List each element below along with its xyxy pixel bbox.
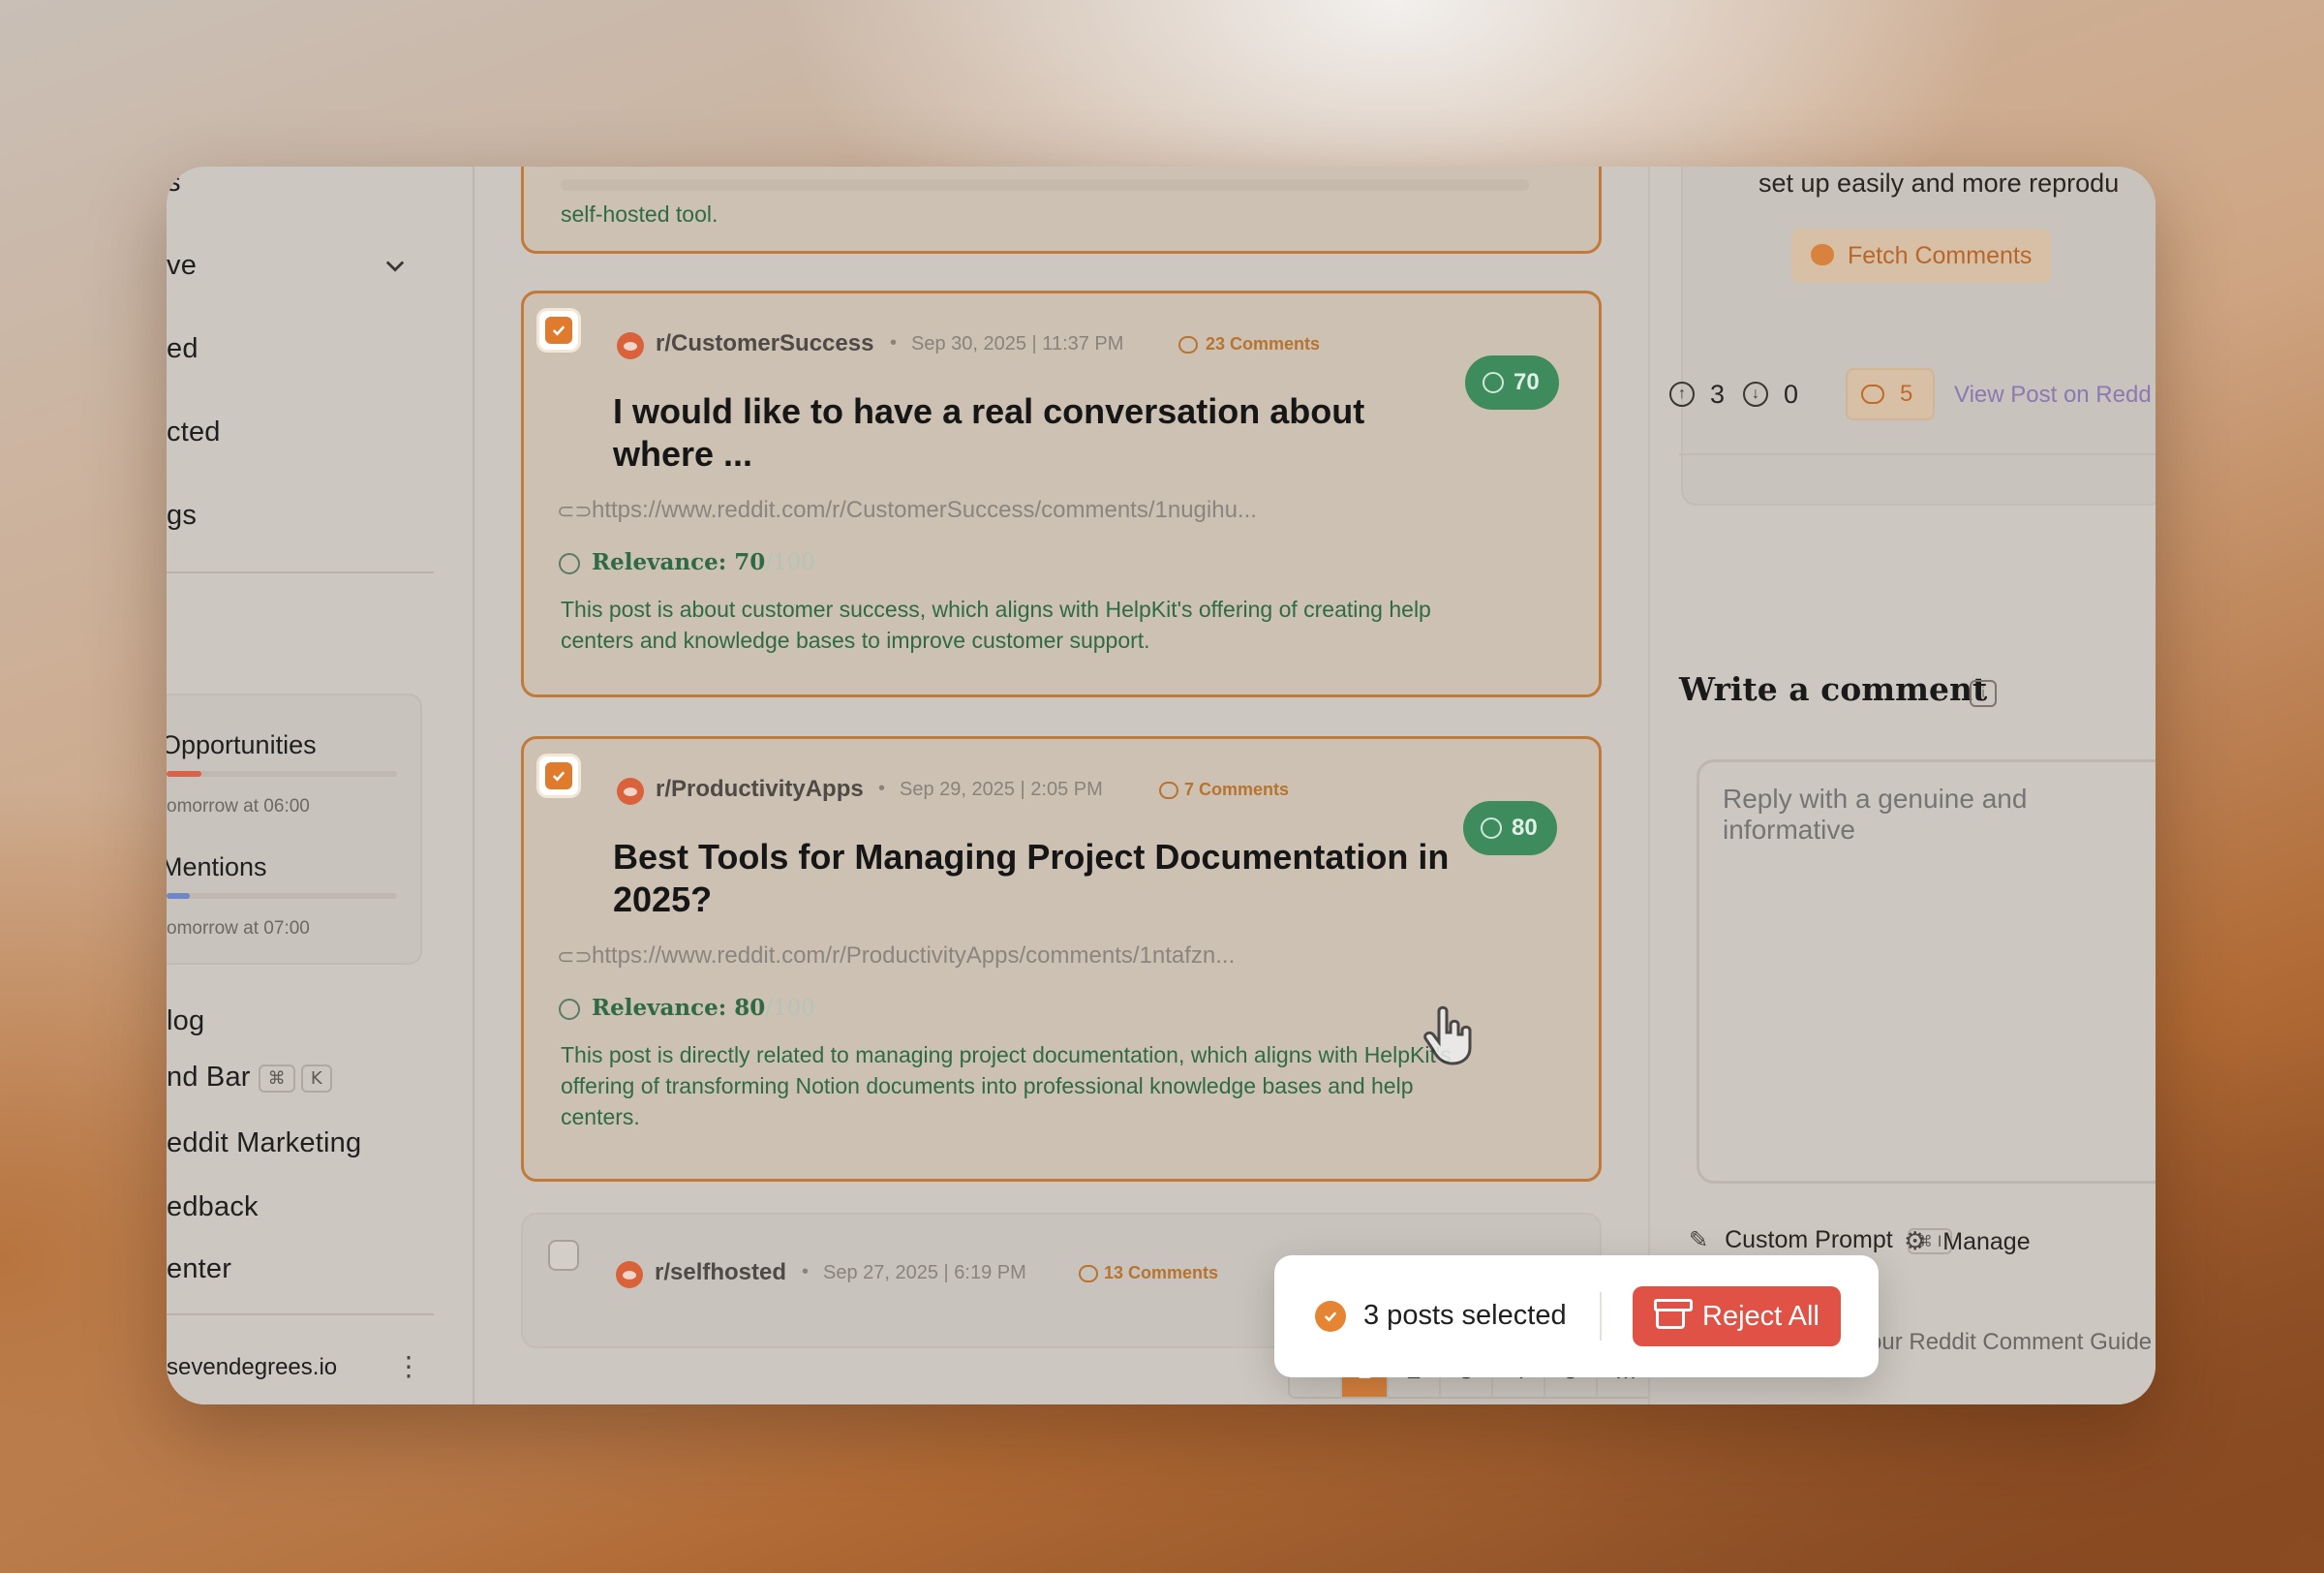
selection-toast: 3 posts selected Reject All: [1274, 1255, 1879, 1377]
relevance-score-badge: 80: [1463, 801, 1557, 855]
check-icon: [552, 771, 566, 782]
relevance-label: Relevance: 80/100: [592, 995, 815, 1021]
sidebar-item[interactable]: ed: [167, 333, 199, 365]
subreddit-name[interactable]: r/CustomerSuccess: [656, 330, 873, 357]
post-url[interactable]: https://www.reddit.com/r/ProductivityApp…: [592, 942, 1235, 970]
post-checkbox[interactable]: [539, 756, 578, 795]
gauge-icon: [559, 553, 580, 574]
divider: [167, 1313, 434, 1315]
reddit-icon: [617, 332, 644, 359]
job-next-run: omorrow at 07:00: [167, 918, 310, 939]
divider: [1600, 1292, 1602, 1341]
post-snippet: self-hosted tool.: [561, 201, 719, 227]
divider: [167, 571, 434, 573]
app-window: s ve ed cted gs Opportunities omorrow at…: [167, 167, 2156, 1404]
job-progress: [167, 771, 397, 777]
sparkle-edit-icon: ✎: [1689, 1227, 1709, 1253]
reject-all-button[interactable]: Reject All: [1633, 1286, 1841, 1346]
reddit-icon: [617, 778, 644, 805]
relevance-score-badge: 70: [1465, 355, 1559, 410]
post-card[interactable]: r/ProductivityApps • Sep 29, 2025 | 2:05…: [521, 736, 1602, 1182]
sidebar-item[interactable]: cted: [167, 416, 221, 448]
scheduled-jobs-card: Opportunities omorrow at 06:00 Mentions …: [167, 694, 422, 965]
post-date: Sep 27, 2025 | 6:19 PM: [823, 1262, 1026, 1283]
post-checkbox[interactable]: [539, 311, 578, 350]
comment-icon: [1178, 336, 1198, 354]
separator-dot: •: [890, 332, 898, 354]
write-comment-heading: Write a comment: [1679, 670, 1988, 708]
check-icon: [552, 325, 566, 336]
comment-icon: [1079, 1265, 1098, 1282]
more-vertical-icon[interactable]: ⋮: [395, 1350, 422, 1382]
sidebar-item[interactable]: gs: [167, 500, 197, 532]
divider: [1679, 453, 2156, 455]
separator-dot: •: [802, 1261, 810, 1282]
sidebar-link[interactable]: enter: [167, 1253, 231, 1285]
post-date: Sep 30, 2025 | 11:37 PM: [911, 333, 1124, 355]
comment-count[interactable]: 7 Comments: [1184, 780, 1289, 800]
gauge-icon: [1481, 817, 1502, 839]
comment-guide-link[interactable]: our Reddit Comment Guide: [1869, 1329, 2152, 1356]
gauge-icon: [1483, 372, 1504, 393]
separator-dot: •: [878, 778, 886, 799]
comments-count-button[interactable]: 5: [1846, 368, 1935, 420]
post-body-text: set up easily and more reprodu: [1758, 169, 2120, 198]
post-date: Sep 29, 2025 | 2:05 PM: [900, 779, 1103, 800]
chevron-down-icon[interactable]: [382, 252, 409, 279]
view-post-link[interactable]: View Post on Redd: [1954, 382, 2152, 409]
comment-icon: [1861, 385, 1884, 404]
link-icon: ⊂⊃: [557, 944, 593, 969]
sidebar-link[interactable]: eddit Marketing: [167, 1127, 361, 1159]
post-card[interactable]: self-hosted tool.: [521, 167, 1602, 254]
sidebar-link[interactable]: edback: [167, 1191, 259, 1223]
sidebar-link-label: nd Bar: [167, 1062, 251, 1093]
comment-count[interactable]: 23 Comments: [1206, 334, 1320, 355]
fetch-comments-button[interactable]: Fetch Comments: [1791, 229, 2052, 283]
subreddit-name[interactable]: r/ProductivityApps: [656, 776, 864, 803]
post-list: self-hosted tool. r/CustomerSuccess • Se…: [476, 167, 1813, 1404]
relevance-reason: This post is about customer success, whi…: [561, 597, 1431, 653]
subreddit-name[interactable]: r/selfhosted: [655, 1259, 786, 1286]
kbd-k: K: [300, 1064, 332, 1093]
downvote-count: 0: [1784, 380, 1799, 409]
upvote-icon[interactable]: ↑: [1669, 382, 1695, 407]
relevance-label: Relevance: 70/100: [592, 549, 815, 575]
reddit-icon: [616, 1261, 643, 1288]
gauge-icon: [559, 999, 580, 1020]
sidebar-item[interactable]: ve: [167, 250, 197, 282]
sidebar-link[interactable]: log: [167, 1005, 204, 1037]
manage-button[interactable]: ⚙ Manage: [1904, 1226, 2031, 1256]
selection-count: 3 posts selected: [1363, 1300, 1567, 1331]
comment-icon: [1159, 782, 1178, 799]
hand-cursor-icon: [1423, 1005, 1472, 1065]
info-icon[interactable]: i: [1970, 680, 1997, 707]
link-icon: ⊂⊃: [557, 499, 593, 523]
post-card[interactable]: r/CustomerSuccess • Sep 30, 2025 | 11:37…: [521, 291, 1602, 697]
user-email[interactable]: sevendegrees.io: [167, 1354, 337, 1381]
kbd-cmd: ⌘: [258, 1064, 295, 1093]
comment-textarea[interactable]: [1697, 759, 2156, 1184]
sidebar-item[interactable]: s: [167, 167, 181, 199]
post-url[interactable]: https://www.reddit.com/r/CustomerSuccess…: [592, 497, 1257, 524]
post-title[interactable]: Best Tools for Managing Project Document…: [613, 836, 1465, 921]
downvote-icon[interactable]: ↓: [1743, 382, 1768, 407]
comment-icon: [1811, 244, 1834, 265]
job-progress: [167, 893, 397, 899]
comment-count[interactable]: 13 Comments: [1104, 1263, 1218, 1283]
post-title[interactable]: I would like to have a real conversation…: [613, 390, 1446, 476]
gear-icon: ⚙: [1904, 1226, 1927, 1255]
job-name[interactable]: Mentions: [167, 852, 267, 882]
post-detail-panel: set up easily and more reprodu Fetch Com…: [1648, 167, 2156, 1404]
archive-x-icon: [1654, 1299, 1693, 1329]
sidebar-link-command-bar[interactable]: nd Bar ⌘ K: [167, 1062, 332, 1094]
upvote-count: 3: [1710, 380, 1726, 409]
sidebar: s ve ed cted gs Opportunities omorrow at…: [167, 167, 474, 1404]
check-circle-icon: [1315, 1301, 1346, 1332]
clipped-text-line: [561, 179, 1529, 191]
post-checkbox[interactable]: [548, 1240, 579, 1271]
job-next-run: omorrow at 06:00: [167, 796, 310, 817]
job-name[interactable]: Opportunities: [167, 730, 317, 760]
